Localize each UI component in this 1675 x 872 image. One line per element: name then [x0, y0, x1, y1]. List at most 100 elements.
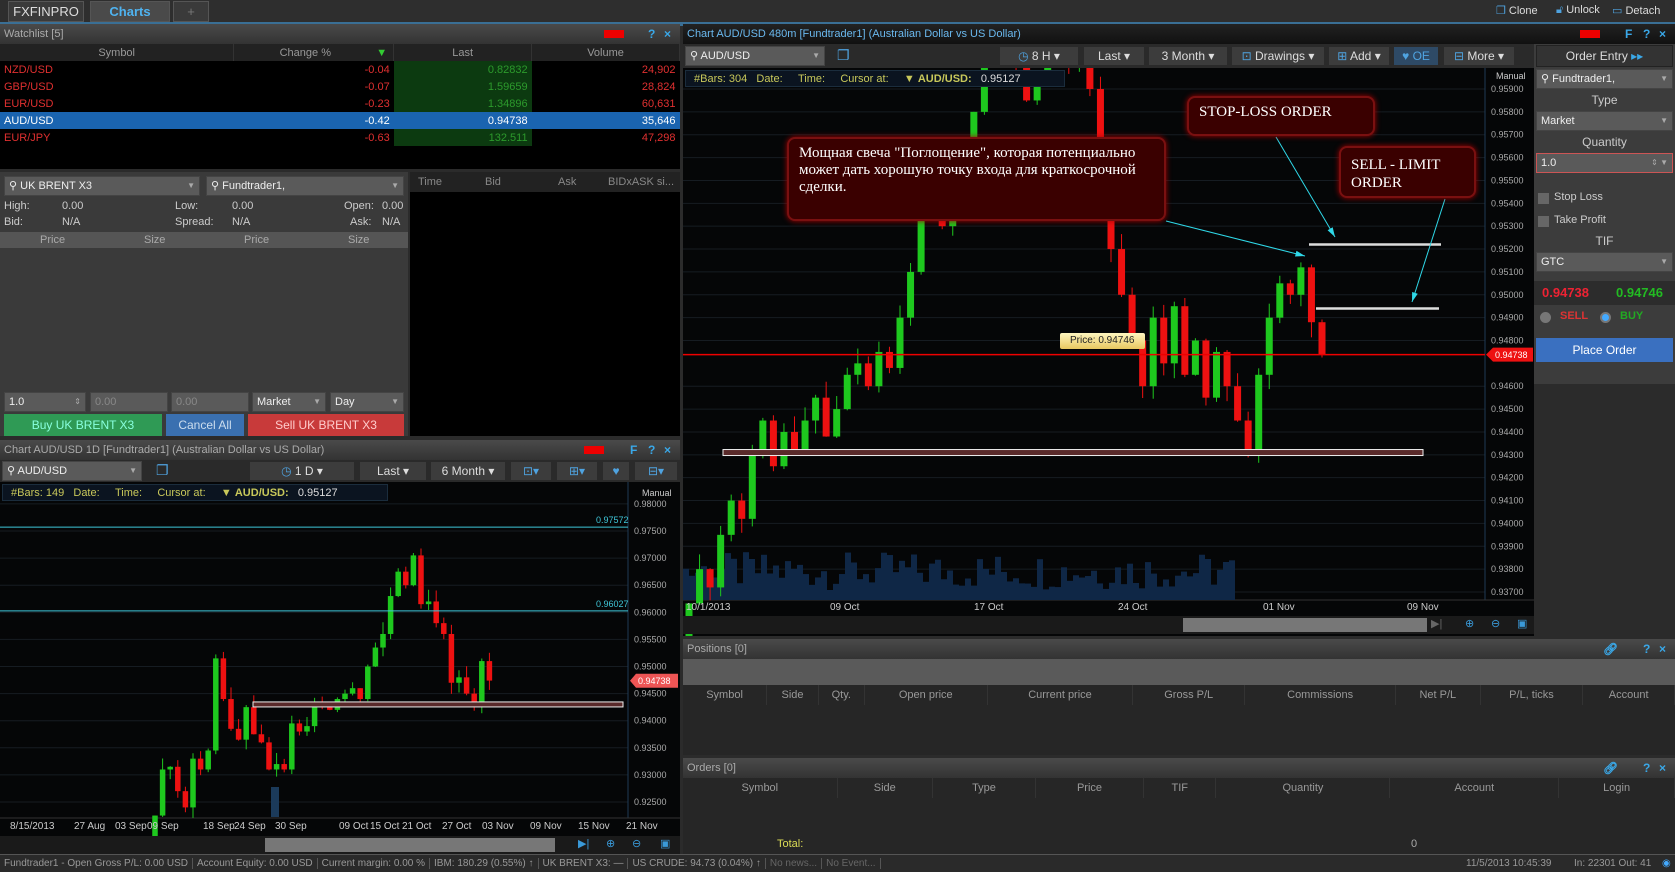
order-entry-title[interactable]: Order Entry ▸▸ — [1536, 45, 1673, 67]
scroll-thumb[interactable] — [265, 838, 555, 852]
col-symbol[interactable]: Symbol — [683, 685, 768, 705]
col-gross-pl[interactable]: Gross P/L — [1132, 685, 1246, 705]
range-select[interactable]: 6 Month ▾ — [430, 461, 506, 481]
help-button[interactable]: ? — [648, 24, 655, 44]
interval-select[interactable]: ◷ 1 D ▾ — [249, 461, 355, 481]
account-select[interactable]: ⚲ Fundtrader1, ▼ — [206, 176, 404, 196]
main-chart-scrollbar[interactable]: ▶| ⊕ ⊖ ▣ — [683, 616, 1535, 634]
col-account[interactable]: Account — [1582, 685, 1675, 705]
lock-icon[interactable]: ▣ — [1517, 617, 1527, 630]
watchlist-row[interactable]: EUR/JPY -0.63 132.511 47,298 — [0, 129, 680, 146]
float-button[interactable]: F — [1625, 24, 1632, 44]
symbol-select[interactable]: ⚲ AUD/USD ▼ — [685, 46, 825, 66]
add-indicator-icon[interactable]: ⊞▾ — [556, 461, 598, 481]
quantity-stepper[interactable]: 1.0 ⇕ — [4, 392, 86, 412]
zoom-in-icon[interactable]: ⊕ — [606, 837, 615, 850]
col-volume[interactable]: Volume — [531, 44, 680, 61]
help-button[interactable]: ? — [1643, 758, 1650, 778]
symbol-select[interactable]: ⚲ AUD/USD ▼ — [2, 461, 142, 481]
drawings-icon[interactable]: ⊡▾ — [510, 461, 552, 481]
col-type[interactable]: Type — [932, 778, 1036, 798]
col-last[interactable]: Last — [393, 44, 533, 61]
link-color-flag[interactable] — [604, 30, 624, 38]
manual-scale-button[interactable]: Manual — [642, 488, 672, 498]
range-select[interactable]: 3 Month ▾ — [1148, 46, 1228, 66]
tab-fxfinpro[interactable]: FXFINPRO — [8, 1, 84, 22]
col-symbol[interactable]: Symbol — [0, 44, 235, 61]
link-color-flag[interactable] — [1580, 30, 1600, 38]
detach-button[interactable]: ▭ Detach — [1612, 4, 1660, 17]
zoom-out-icon[interactable]: ⊖ — [1491, 617, 1500, 630]
col-open-price[interactable]: Open price — [864, 685, 988, 705]
clone-button[interactable]: ❐ Clone — [1496, 4, 1538, 17]
scroll-end-icon[interactable]: ▶| — [1431, 617, 1442, 630]
more-icon[interactable]: ⊟▾ — [634, 461, 678, 481]
tab-charts[interactable]: Charts — [90, 1, 170, 22]
watchlist-row[interactable]: NZD/USD -0.04 0.82832 24,902 — [0, 61, 680, 78]
close-button[interactable]: × — [1659, 639, 1666, 659]
col-pl-ticks[interactable]: P/L, ticks — [1480, 685, 1584, 705]
help-button[interactable]: ? — [1643, 639, 1650, 659]
price-type-select[interactable]: Last ▾ — [359, 461, 427, 481]
help-button[interactable]: ? — [648, 440, 655, 460]
interval-select[interactable]: ◷ 8 H ▾ — [999, 46, 1079, 66]
lock-icon[interactable]: ▣ — [660, 837, 670, 850]
price-type-select[interactable]: Last ▾ — [1083, 46, 1145, 66]
take-profit-checkbox[interactable] — [1538, 216, 1549, 227]
zoom-out-icon[interactable]: ⊖ — [632, 837, 641, 850]
account-select[interactable]: ⚲ Fundtrader1, ▼ — [1536, 69, 1673, 89]
link-icon[interactable]: 🔗︎ — [1603, 758, 1618, 778]
quantity-stepper[interactable]: 1.0 ⇕ ▼ — [1536, 153, 1673, 173]
sell-button[interactable]: Sell UK BRENT X3 — [248, 414, 404, 436]
more-button[interactable]: ⊟ More ▾ — [1443, 46, 1515, 66]
col-net-pl[interactable]: Net P/L — [1395, 685, 1481, 705]
stop-loss-checkbox[interactable] — [1538, 193, 1549, 204]
unlock-button[interactable]: 🔓︎ Unlock — [1556, 4, 1600, 17]
oe-toggle[interactable]: ♥ OE — [1393, 46, 1439, 66]
clone-chart-icon[interactable]: ❐ — [837, 47, 850, 64]
col-tif[interactable]: TIF — [1143, 778, 1217, 798]
close-button[interactable]: × — [1659, 758, 1666, 778]
col-commissions[interactable]: Commissions — [1244, 685, 1396, 705]
order-type-select[interactable]: Market ▼ — [252, 392, 326, 412]
add-button[interactable]: ⊞ Add ▾ — [1328, 46, 1390, 66]
watchlist-row[interactable]: EUR/USD -0.23 1.34896 60,631 — [0, 95, 680, 112]
small-chart-scrollbar[interactable]: ▶| ⊕ ⊖ ▣ — [0, 836, 680, 854]
col-qty[interactable]: Qty. — [818, 685, 865, 705]
manual-scale-button[interactable]: Manual — [1496, 71, 1526, 81]
col-side[interactable]: Side — [766, 685, 819, 705]
col-current-price[interactable]: Current price — [987, 685, 1134, 705]
close-button[interactable]: × — [664, 24, 671, 44]
cancel-all-button[interactable]: Cancel All — [166, 414, 244, 436]
scroll-thumb[interactable] — [1183, 618, 1427, 632]
tif-select[interactable]: Day ▼ — [330, 392, 404, 412]
order-type-select[interactable]: Market ▼ — [1536, 111, 1673, 131]
place-order-button[interactable]: Place Order — [1536, 338, 1673, 362]
col-quantity[interactable]: Quantity — [1215, 778, 1391, 798]
status-event[interactable]: No Event... — [822, 858, 881, 869]
tif-select[interactable]: GTC ▼ — [1536, 252, 1673, 272]
col-change[interactable]: Change % ▼ — [233, 44, 395, 61]
close-button[interactable]: × — [1659, 24, 1666, 44]
watchlist-row-selected[interactable]: AUD/USD -0.42 0.94738 35,646 — [0, 112, 680, 129]
buy-button[interactable]: Buy UK BRENT X3 — [4, 414, 162, 436]
zoom-in-icon[interactable]: ⊕ — [1465, 617, 1474, 630]
buy-radio[interactable] — [1600, 312, 1611, 323]
status-news[interactable]: No news... — [765, 858, 823, 869]
col-account[interactable]: Account — [1389, 778, 1560, 798]
add-tab-button[interactable]: + — [173, 1, 209, 22]
close-button[interactable]: × — [664, 440, 671, 460]
clone-chart-icon[interactable]: ❐ — [156, 462, 169, 479]
connection-icon[interactable]: ◉ — [1658, 855, 1675, 872]
watchlist-row[interactable]: GBP/USD -0.07 1.59659 28,824 — [0, 78, 680, 95]
col-side[interactable]: Side — [837, 778, 934, 798]
sell-radio[interactable] — [1540, 312, 1551, 323]
col-login[interactable]: Login — [1558, 778, 1675, 798]
drawings-button[interactable]: ⊡ Drawings ▾ — [1231, 46, 1325, 66]
col-symbol[interactable]: Symbol — [683, 778, 838, 798]
order-entry-icon[interactable]: ♥ — [602, 461, 630, 481]
float-button[interactable]: F — [630, 440, 637, 460]
price-input-2[interactable]: 0.00 — [171, 392, 249, 412]
col-price[interactable]: Price — [1035, 778, 1144, 798]
link-icon[interactable]: 🔗︎ — [1603, 639, 1618, 659]
